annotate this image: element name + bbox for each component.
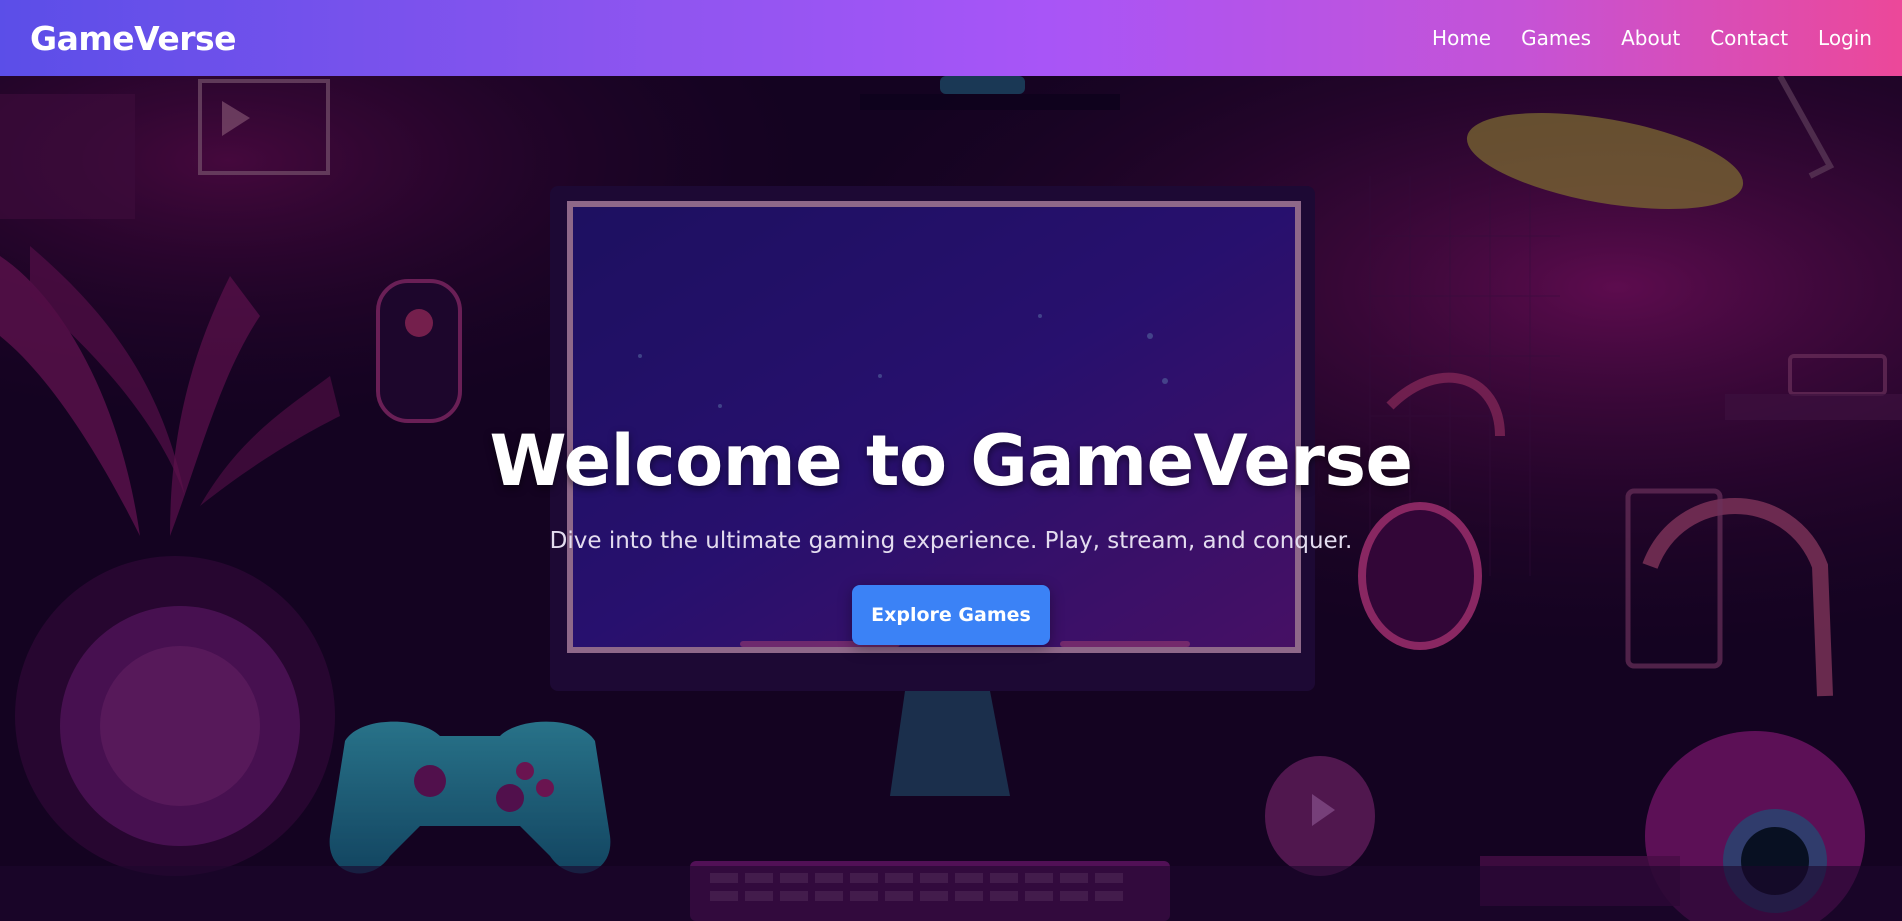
hero-content: Welcome to GameVerse Dive into the ultim… xyxy=(0,76,1902,921)
nav-link-games[interactable]: Games xyxy=(1521,26,1591,50)
nav-links: Home Games About Contact Login xyxy=(1432,26,1872,50)
top-navbar: GameVerse Home Games About Contact Login xyxy=(0,0,1902,76)
brand-logo[interactable]: GameVerse xyxy=(30,19,237,58)
explore-games-button[interactable]: Explore Games xyxy=(852,585,1050,645)
hero-subtitle: Dive into the ultimate gaming experience… xyxy=(549,528,1353,554)
nav-link-about[interactable]: About xyxy=(1621,26,1680,50)
nav-link-home[interactable]: Home xyxy=(1432,26,1491,50)
hero-title: Welcome to GameVerse xyxy=(489,420,1413,502)
nav-link-contact[interactable]: Contact xyxy=(1710,26,1788,50)
nav-link-login[interactable]: Login xyxy=(1818,26,1872,50)
hero-section: Welcome to GameVerse Dive into the ultim… xyxy=(0,76,1902,921)
